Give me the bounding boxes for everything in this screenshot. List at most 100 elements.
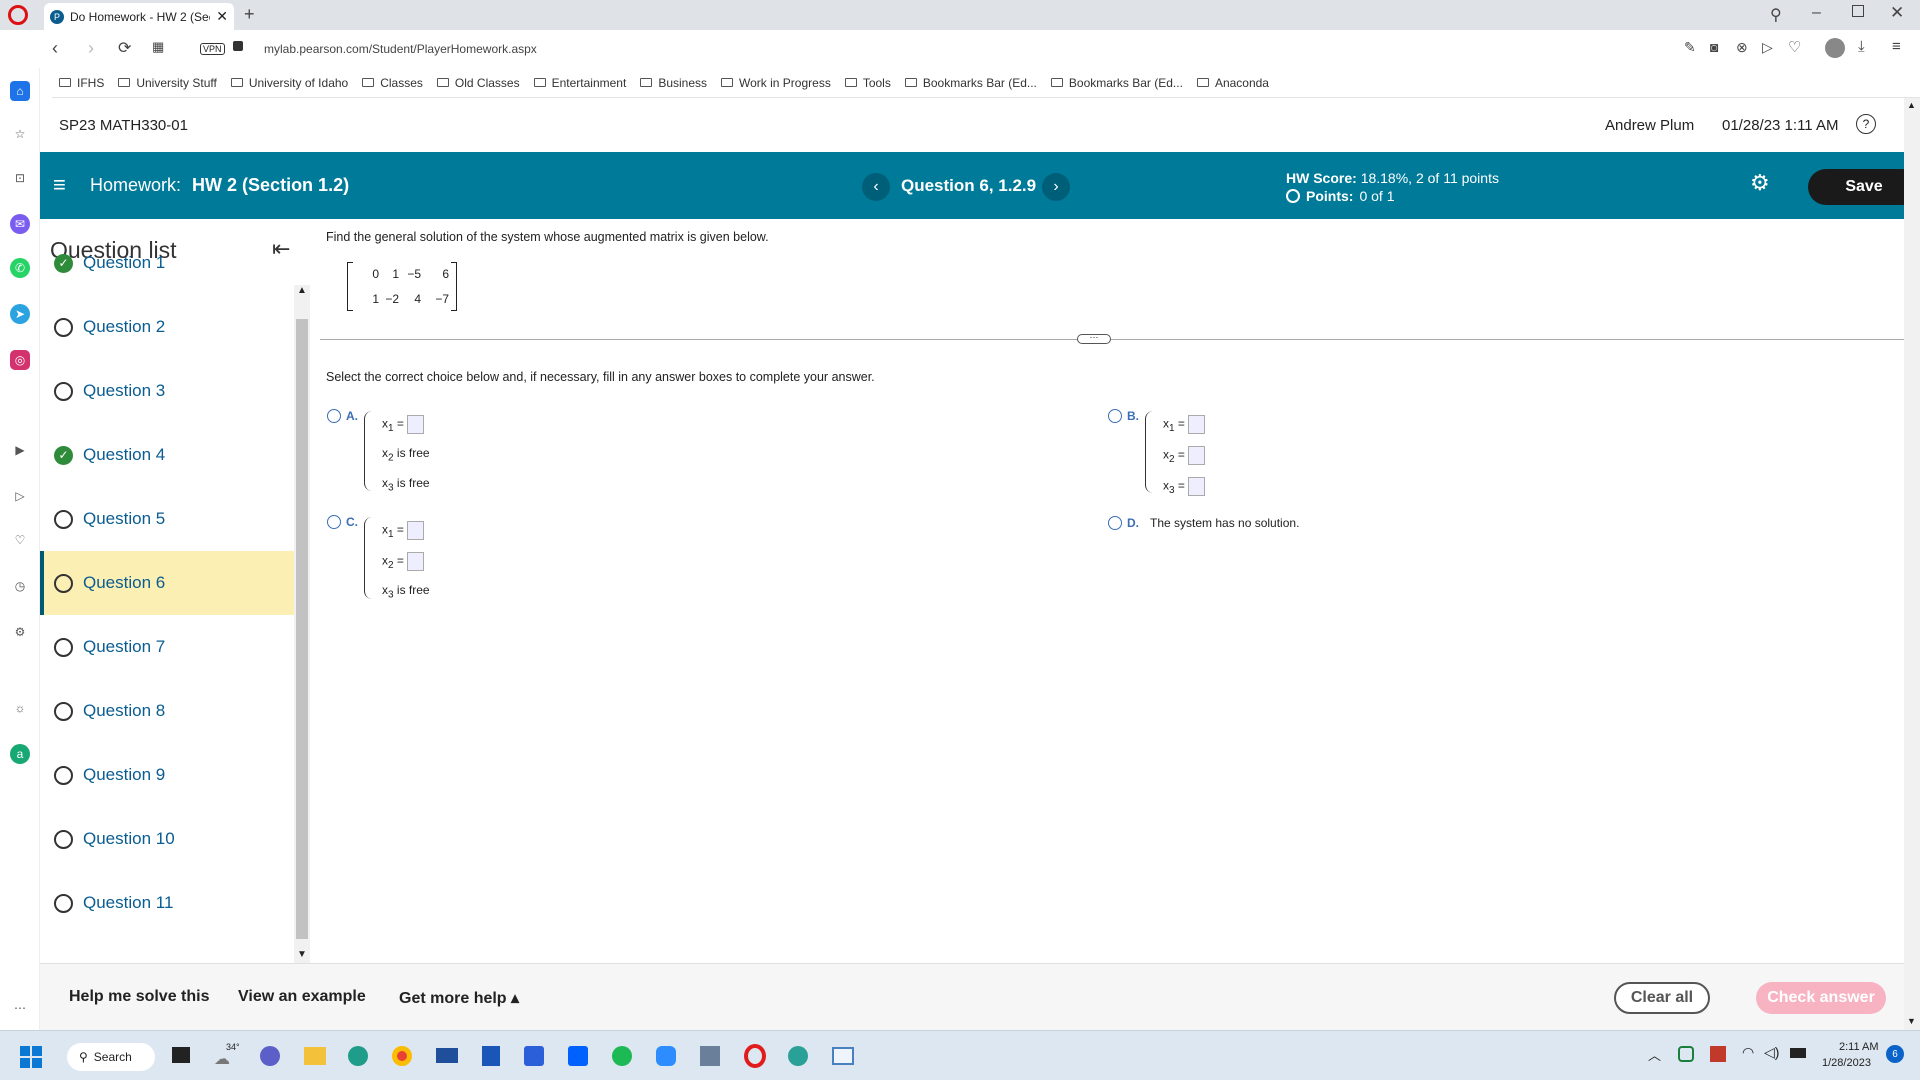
app-icon[interactable] [482,1046,500,1066]
notification-badge[interactable]: 6 [1886,1045,1904,1063]
teams-icon[interactable] [260,1046,280,1066]
send-icon[interactable]: ▷ [10,486,30,506]
choice-b-radio[interactable] [1108,409,1122,423]
prev-question-button[interactable]: ‹ [862,173,890,201]
choice-c-radio[interactable] [327,515,341,529]
question-list-item[interactable]: Question 9 [40,743,294,807]
next-question-button[interactable]: › [1042,173,1070,201]
mail-icon[interactable] [436,1048,458,1063]
battery-icon[interactable] [1790,1048,1806,1058]
shopping-bag-icon[interactable]: ⊡ [10,168,30,188]
search-tabs-icon[interactable]: ⚲ [1770,5,1782,25]
page-scrollbar[interactable]: ▲ ▼ [1904,98,1920,1030]
aria-icon[interactable]: a [10,744,30,764]
browser-tab[interactable]: P Do Homework - HW 2 (Sec ✕ [44,3,234,30]
url-field[interactable]: mylab.pearson.com/Student/PlayerHomework… [264,42,537,56]
choice-d-radio[interactable] [1108,516,1122,530]
heart-side-icon[interactable]: ♡ [10,530,30,550]
close-window-icon[interactable]: ✕ [1890,3,1904,23]
bookmark-item[interactable]: Business [633,76,714,90]
tray-dropbox-icon[interactable] [1710,1046,1726,1062]
instagram-icon[interactable]: ◎ [10,350,30,370]
get-more-help-button[interactable]: Get more help ▴ [399,988,519,1008]
question-list-item[interactable]: Question 5 [40,487,294,551]
question-list-item[interactable]: ✓ Question 1 [40,231,294,295]
monitor-icon[interactable] [832,1047,854,1065]
tray-app-icon[interactable] [1678,1046,1694,1062]
store-icon[interactable] [524,1046,544,1066]
snapshot-icon[interactable]: ✎ [1684,39,1696,56]
back-icon[interactable]: ‹ [52,38,58,59]
question-list-item[interactable]: Question 6 [40,551,294,615]
bookmark-item[interactable]: University Stuff [111,76,223,90]
spotify-icon[interactable] [612,1046,632,1066]
bookmark-item[interactable]: IFHS [52,76,111,90]
view-example-button[interactable]: View an example [238,988,366,1006]
chrome-icon[interactable] [392,1046,412,1066]
question-list-item[interactable]: Question 8 [40,679,294,743]
bookmark-item[interactable]: Anaconda [1190,76,1276,90]
question-list-scrollbar[interactable]: ▲ ▼ [294,285,310,963]
restore-icon[interactable] [1852,5,1864,17]
player-icon[interactable]: ▶ [10,440,30,460]
bookmark-item[interactable]: Bookmarks Bar (Ed... [898,76,1044,90]
scroll-thumb[interactable] [296,319,308,939]
bulb-icon[interactable]: ☼ [10,698,30,718]
adblock-icon[interactable]: ⊗ [1736,39,1748,56]
menu-icon[interactable]: ≡ [1892,38,1901,55]
new-tab-icon[interactable]: + [244,4,255,25]
clock-time[interactable]: 2:11 AM [1839,1041,1879,1053]
tabs-grid-icon[interactable]: ▦ [152,39,164,55]
a-x1-input[interactable] [407,415,425,434]
tray-chevron-icon[interactable]: ︿ [1648,1045,1661,1064]
home-icon[interactable]: ⌂ [10,81,30,101]
question-list-item[interactable]: Question 11 [40,871,294,935]
close-tab-icon[interactable]: ✕ [216,8,228,25]
task-view-icon[interactable] [172,1047,190,1063]
page-scroll-down-icon[interactable]: ▼ [1907,1016,1916,1026]
choice-a-radio[interactable] [327,409,341,423]
network-app-icon[interactable] [700,1046,720,1066]
scroll-up-icon[interactable]: ▲ [297,285,307,296]
scroll-down-icon[interactable]: ▼ [297,949,307,960]
settings-side-icon[interactable]: ⚙ [10,622,30,642]
bookmark-item[interactable]: Old Classes [430,76,527,90]
messenger-icon[interactable]: ✉ [10,214,30,234]
taskbar-search[interactable]: ⚲ Search [67,1043,155,1071]
help-icon[interactable]: ? [1856,114,1876,134]
b-x2-input[interactable] [1188,446,1206,465]
question-list-item[interactable]: Question 3 [40,359,294,423]
file-explorer-icon[interactable] [304,1047,326,1065]
edge-dev-icon[interactable] [788,1046,808,1066]
star-icon[interactable]: ☆ [10,124,30,144]
question-list-item[interactable]: Question 10 [40,807,294,871]
opera-logo-icon[interactable] [8,5,28,25]
b-x3-input[interactable] [1188,477,1206,496]
minimize-icon[interactable]: – [1812,4,1821,22]
b-x1-input[interactable] [1188,415,1206,434]
page-scroll-up-icon[interactable]: ▲ [1907,100,1916,110]
bookmark-item[interactable]: Bookmarks Bar (Ed... [1044,76,1190,90]
volume-icon[interactable]: ◁) [1764,1044,1779,1061]
history-icon[interactable]: ◷ [10,576,30,596]
zoom-icon[interactable] [656,1046,676,1066]
hamburger-menu-icon[interactable]: ≡ [53,172,66,198]
bookmark-item[interactable]: Entertainment [527,76,634,90]
resize-handle[interactable]: ··· [1077,333,1111,344]
c-x2-input[interactable] [407,552,425,571]
download-icon[interactable]: ⤓ [1858,38,1865,55]
opera-taskbar-icon[interactable] [744,1044,766,1068]
windows-start-icon[interactable] [20,1046,42,1068]
question-list-item[interactable]: Question 2 [40,295,294,359]
wifi-icon[interactable]: ◠ [1742,1044,1754,1061]
whatsapp-icon[interactable]: ✆ [10,258,30,278]
settings-icon[interactable]: ⚙ [1750,170,1770,196]
question-list-item[interactable]: Question 7 [40,615,294,679]
bookmark-item[interactable]: Classes [355,76,430,90]
edge-icon[interactable] [348,1046,368,1066]
vpn-badge[interactable]: VPN [200,43,225,55]
c-x1-input[interactable] [407,521,425,540]
forward-icon[interactable]: › [88,38,94,59]
camera-icon[interactable]: ◙ [1710,39,1718,55]
weather-icon[interactable]: ☁ [214,1049,230,1069]
